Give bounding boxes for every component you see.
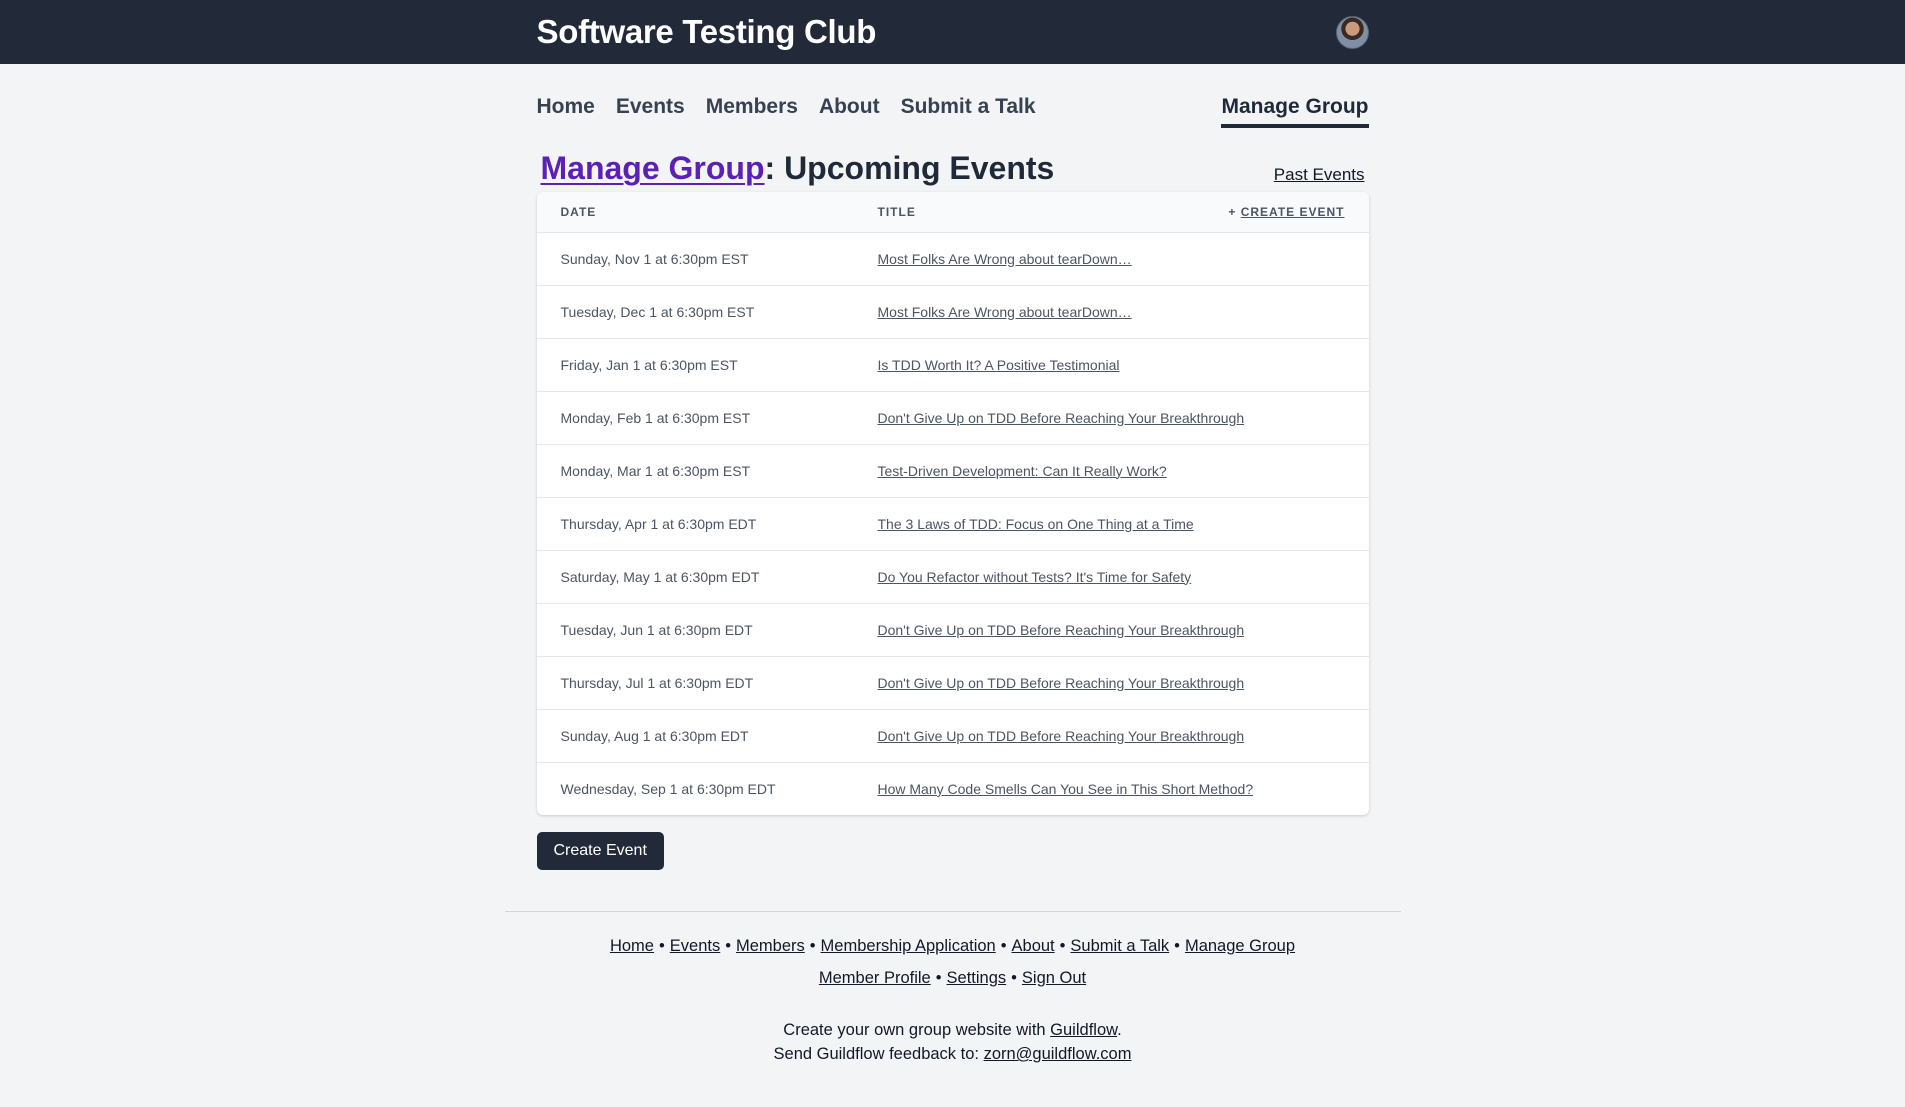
table-row: Tuesday, Jun 1 at 6:30pm EDT Don't Give U… [536,603,1369,657]
footer-link-members[interactable]: Members [736,937,805,955]
table-row: Sunday, Nov 1 at 6:30pm EST Most Folks Ar… [536,232,1369,286]
event-date: Thursday, Jul 1 at 6:30pm EDT [536,656,854,710]
nav-item-submit-talk[interactable]: Submit a Talk [901,95,1036,119]
event-date: Friday, Jan 1 at 6:30pm EST [536,338,854,392]
footer-link-sign-out[interactable]: Sign Out [1022,969,1086,987]
page-title: Manage Group: Upcoming Events [541,150,1055,187]
event-title-link[interactable]: Don't Give Up on TDD Before Reaching You… [878,622,1245,638]
event-title-cell: Most Folks Are Wrong about tearDown… [853,232,1369,286]
table-row: Thursday, Jul 1 at 6:30pm EDT Don't Give … [536,656,1369,710]
footer-note-period: . [1117,1021,1122,1039]
column-header-actions: + CREATE EVENT [1030,192,1369,233]
event-date: Wednesday, Sep 1 at 6:30pm EDT [560,780,776,797]
column-header-title: TITLE [853,192,1031,233]
footer-link-settings[interactable]: Settings [947,969,1007,987]
footer-links: Home • Events • Members • Membership Applicati… [0,930,1905,994]
footer-link-submit-a-talk[interactable]: Submit a Talk [1070,937,1169,955]
event-title-link[interactable]: The 3 Laws of TDD: Focus on One Thing at… [878,516,1194,532]
event-title-link[interactable]: Most Folks Are Wrong about tearDown… [878,251,1132,267]
table-row: Saturday, May 1 at 6:30pm EDT Do You Refa… [536,550,1369,604]
user-avatar-icon[interactable] [1335,15,1369,49]
nav-item-events[interactable]: Events [616,95,685,119]
past-events-link[interactable]: Past Events [1274,165,1365,185]
events-table-card: DATE TITLE + CREATE EVENT Sunday, Nov 1 … [536,192,1369,815]
table-row: Monday, Mar 1 at 6:30pm EST Test-Driven D… [536,444,1369,498]
footer-separator: • [809,937,816,955]
event-title-link[interactable]: Most Folks Are Wrong about tearDown… [878,304,1132,320]
event-title-cell: Don't Give Up on TDD Before Reaching You… [853,603,1369,657]
event-title-cell: The 3 Laws of TDD: Focus on One Thing at… [853,497,1369,551]
event-title-link[interactable]: Don't Give Up on TDD Before Reaching You… [878,410,1245,426]
event-title-link[interactable]: Don't Give Up on TDD Before Reaching You… [878,675,1245,691]
event-date: Thursday, Apr 1 at 6:30pm EDT [536,497,854,551]
nav-item-members[interactable]: Members [706,95,798,119]
footer-link-member-profile[interactable]: Member Profile [819,969,931,987]
event-title-link[interactable]: Is TDD Worth It? A Positive Testimonial [878,357,1120,373]
create-event-link[interactable]: CREATE EVENT [1241,205,1345,219]
footer-link-about[interactable]: About [1012,937,1055,955]
table-row: Friday, Jan 1 at 6:30pm EST Is TDD Worth … [536,338,1369,392]
table-row: Monday, Feb 1 at 6:30pm EST Don't Give Up… [536,391,1369,445]
event-date: Sunday, Nov 1 at 6:30pm EST [536,232,854,286]
footer-link-home[interactable]: Home [610,937,654,955]
event-title-cell: Most Folks Are Wrong about tearDown… [853,285,1369,339]
footer-separator: • [658,937,665,955]
footer-separator: • [1000,937,1007,955]
event-title-cell: Test-Driven Development: Can It Really W… [853,444,1369,498]
page-title-text: : Upcoming Events [764,150,1055,186]
event-title-cell: Don't Give Up on TDD Before Reaching You… [853,391,1369,445]
event-title-cell: Is TDD Worth It? A Positive Testimonial [853,338,1369,392]
event-title-link[interactable]: How Many Code Smells Can You See in This… [878,781,1254,797]
footer-links-row-2: Member Profile • Settings • Sign Out [0,962,1905,994]
event-title-link[interactable]: Test-Driven Development: Can It Really W… [878,463,1167,479]
event-date: Tuesday, Jun 1 at 6:30pm EDT [536,603,854,657]
plus-icon: + [1228,204,1241,219]
footer-links-row-1: Home • Events • Members • Membership Applicati… [0,930,1905,962]
guildflow-link[interactable]: Guildflow [1050,1021,1117,1039]
event-date: Monday, Feb 1 at 6:30pm EST [536,391,854,445]
footer-divider [504,911,1401,912]
table-row: Thursday, Apr 1 at 6:30pm EDT The 3 Laws … [536,497,1369,551]
nav-item-home[interactable]: Home [537,95,595,119]
event-date: Saturday, May 1 at 6:30pm EDT [536,550,854,604]
main-nav: Home Events Members About Submit a Talk … [537,64,1369,128]
events-table: DATE TITLE + CREATE EVENT Sunday, Nov 1 … [536,192,1369,815]
table-row: Wednesday, Sep 1 at 6:30pm EDT How Many C… [537,762,1369,815]
event-date: Monday, Mar 1 at 6:30pm EST [536,444,854,498]
event-date: Tuesday, Dec 1 at 6:30pm EST [536,285,854,339]
footer-separator: • [725,937,731,955]
event-title-cell: Do You Refactor without Tests? It's Time… [853,550,1369,604]
footer-separator: • [1059,937,1066,955]
event-date: Sunday, Aug 1 at 6:30pm EDT [536,709,854,763]
event-title-cell: How Many Code Smells Can You See in This… [854,762,1369,815]
footer-link-manage-group[interactable]: Manage Group [1185,937,1295,955]
footer-link-membership-application[interactable]: Membership Application [821,937,996,955]
footer: Home • Events • Members • Membership Applicati… [0,930,1905,1066]
event-title-cell: Don't Give Up on TDD Before Reaching You… [853,656,1369,710]
event-title-cell: Don't Give Up on TDD Before Reaching You… [853,709,1369,763]
create-event-button[interactable]: Create Event [536,832,664,870]
nav-item-about[interactable]: About [819,95,880,119]
table-row: Tuesday, Dec 1 at 6:30pm EST Most Folks A… [536,285,1369,339]
feedback-text: Send Guildflow feedback to: [773,1045,984,1063]
footer-note: Create your own group website with Guild… [0,1018,1905,1066]
footer-note-text: Create your own group website with [783,1021,1051,1039]
footer-separator: • [935,969,942,987]
footer-separator: • [1011,969,1017,987]
event-title-link[interactable]: Do You Refactor without Tests? It's Time… [878,569,1192,585]
site-title[interactable]: Software Testing Club [537,13,877,51]
footer-link-events[interactable]: Events [670,937,720,955]
event-title-link[interactable]: Don't Give Up on TDD Before Reaching You… [878,728,1245,744]
nav-item-manage-group-active[interactable]: Manage Group [1221,95,1369,128]
footer-separator: • [1174,937,1180,955]
column-header-date: DATE [536,192,854,233]
breadcrumb-manage-group-link[interactable]: Manage Group [541,150,765,186]
top-bar: Software Testing Club [0,0,1905,64]
table-row: Sunday, Aug 1 at 6:30pm EDT Don't Give Up… [536,709,1369,763]
feedback-email-link[interactable]: zorn@guildflow.com [984,1045,1132,1063]
